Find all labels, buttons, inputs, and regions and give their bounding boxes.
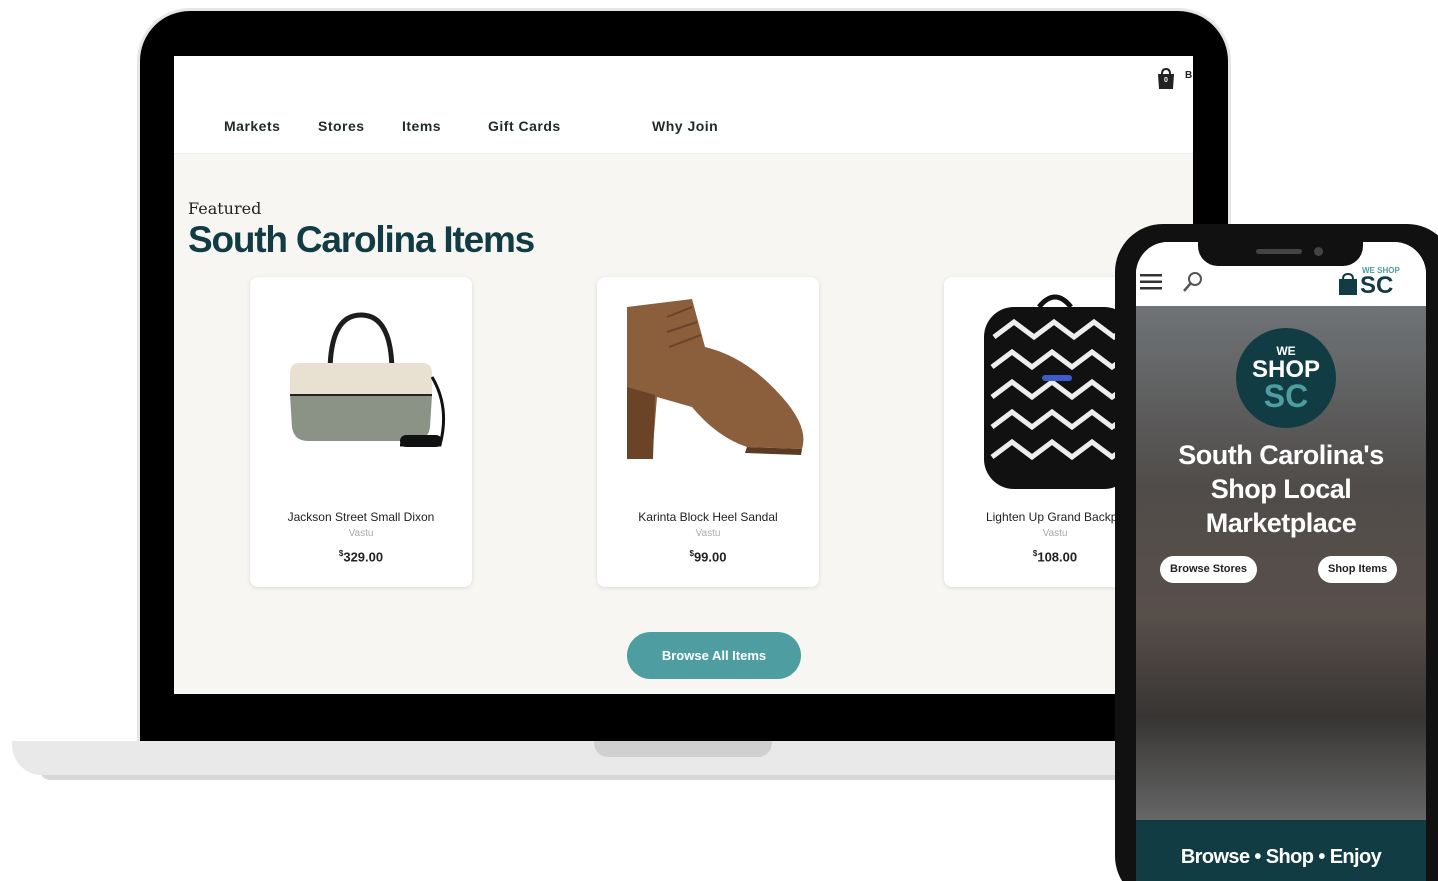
- phone-camera: [1314, 247, 1323, 256]
- weshopsc-logo[interactable]: WE SHOP SC: [1336, 266, 1408, 300]
- shopping-bag-logo-icon: [1339, 272, 1357, 295]
- weshopsc-badge: WE SHOP SC: [1236, 328, 1336, 428]
- cart-edge-text: B: [1185, 70, 1193, 81]
- nav-items[interactable]: Items: [402, 118, 441, 134]
- shop-items-button[interactable]: Shop Items: [1318, 556, 1398, 583]
- featured-label: Featured: [188, 199, 262, 218]
- nav-markets[interactable]: Markets: [224, 118, 280, 134]
- hero-headline: South Carolina's Shop Local Marketplace: [1178, 440, 1384, 538]
- browse-stores-button[interactable]: Browse Stores: [1160, 556, 1258, 583]
- product-brand: Vastu: [348, 528, 374, 539]
- nav-stores[interactable]: Stores: [318, 118, 365, 134]
- mobile-screen: WE SHOP SC WE SHOP SC South Carolina's S…: [1136, 242, 1426, 881]
- product-name: Jackson Street Small Dixon: [287, 510, 435, 524]
- product-card-sandal[interactable]: Karinta Block Heel Sandal Vastu $99.00: [597, 277, 819, 587]
- product-name: Karinta Block Heel Sandal: [638, 510, 778, 524]
- site-header: Markets Stores Items Gift Cards Why Join…: [174, 56, 1193, 154]
- desktop-screen: Markets Stores Items Gift Cards Why Join…: [174, 56, 1193, 694]
- browse-all-items-button[interactable]: Browse All Items: [627, 632, 801, 679]
- badge-sc: SC: [1263, 378, 1309, 414]
- phone-speaker: [1256, 249, 1302, 254]
- nav-why-join[interactable]: Why Join: [652, 118, 718, 134]
- logo-text: SC: [1360, 272, 1394, 299]
- sandal-image: [627, 299, 804, 459]
- product-brand: Vastu: [695, 528, 721, 539]
- footer-tagline: Browse • Shop • Enjoy: [1180, 846, 1382, 868]
- laptop-notch: [594, 741, 772, 757]
- cart-button[interactable]: 0: [1156, 67, 1176, 89]
- nav-gift-cards[interactable]: Gift Cards: [488, 118, 561, 134]
- section-title: South Carolina Items: [188, 219, 535, 260]
- product-price: $329.00: [338, 549, 384, 565]
- search-icon[interactable]: [1182, 271, 1204, 293]
- handbag-image: [290, 312, 446, 447]
- product-price: $99.00: [689, 549, 727, 565]
- hamburger-menu-icon[interactable]: [1140, 274, 1162, 290]
- mobile-footer-banner: Browse • Shop • Enjoy: [1136, 820, 1426, 881]
- mobile-hero: WE SHOP SC South Carolina's Shop Local M…: [1136, 306, 1426, 820]
- cart-count: 0: [1164, 77, 1168, 84]
- product-card-handbag[interactable]: Jackson Street Small Dixon Vastu $329.00: [250, 277, 472, 587]
